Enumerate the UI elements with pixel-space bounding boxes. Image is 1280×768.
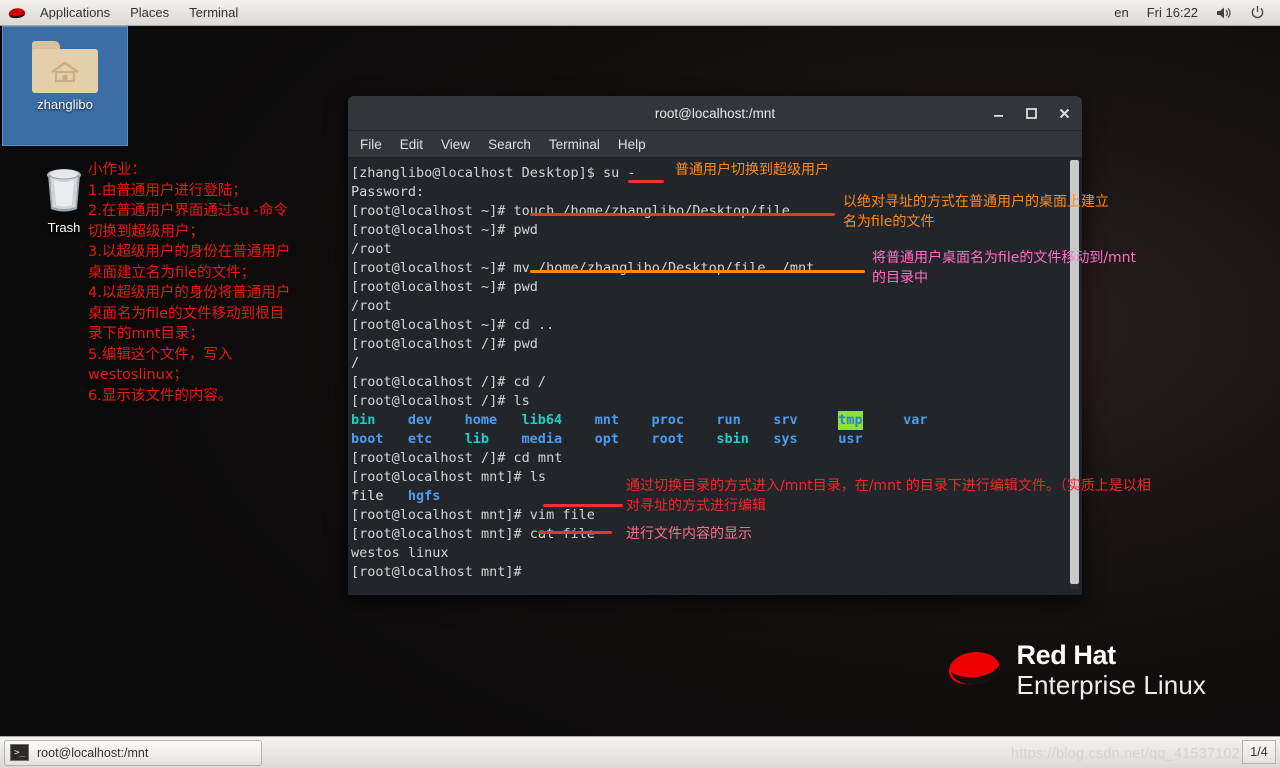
home-folder-icon xyxy=(32,41,98,93)
ls-entry: sys xyxy=(773,431,798,447)
red-hat-logo-icon xyxy=(943,646,1005,690)
terminal-line: [root@localhost /]# cd mnt xyxy=(351,450,563,466)
power-icon[interactable] xyxy=(1241,0,1274,26)
terminal-menu-terminal[interactable]: Terminal xyxy=(549,137,600,152)
terminal-line: / xyxy=(351,355,360,371)
ls-entry: lib64 xyxy=(521,412,563,428)
minimize-button[interactable] xyxy=(988,103,1008,123)
terminal-line: [root@localhost mnt]# xyxy=(351,564,522,580)
terminal-annotation: 进行文件内容的显示 xyxy=(626,526,752,542)
ls-entry: lib xyxy=(464,431,490,447)
taskbar-window-button[interactable]: >_ root@localhost:/mnt xyxy=(4,739,262,766)
clock[interactable]: Fri 16:22 xyxy=(1138,0,1207,26)
terminal-line: [root@localhost /]# cd / xyxy=(351,374,547,390)
ls-entry: root xyxy=(651,431,684,447)
ls-entry: tmp xyxy=(838,411,863,430)
menu-applications[interactable]: Applications xyxy=(30,0,120,26)
ls-entry: media xyxy=(521,431,563,447)
annotation-underline xyxy=(530,213,835,216)
terminal-menu-search[interactable]: Search xyxy=(488,137,531,152)
menu-places[interactable]: Places xyxy=(120,0,179,26)
keyboard-language-indicator[interactable]: en xyxy=(1105,0,1137,26)
terminal-menu-edit[interactable]: Edit xyxy=(400,137,423,152)
annotation-underline xyxy=(530,270,865,273)
red-hat-logo-icon[interactable] xyxy=(6,6,28,20)
ls-entry: sbin xyxy=(716,431,749,447)
brand-line-1: Red Hat xyxy=(1016,640,1117,670)
ls-entry: bin xyxy=(351,412,376,428)
maximize-button[interactable] xyxy=(1021,103,1041,123)
ls-entry: home xyxy=(464,412,498,428)
terminal-line: [root@localhost ~]# mv /home/zhanglibo/D… xyxy=(351,260,815,276)
terminal-text: [zhanglibo@localhost Desktop]$ su - Passw… xyxy=(351,164,928,582)
ls-entry: srv xyxy=(773,412,798,428)
ls-entry: file xyxy=(351,488,384,504)
terminal-annotation: 通过切换目录的方式进入/mnt目录，在/mnt 的目录下进行编辑文件。（实质上是… xyxy=(626,478,1151,514)
terminal-title-text: root@localhost:/mnt xyxy=(654,105,776,121)
top-panel: Applications Places Terminal en Fri 16:2… xyxy=(0,0,1280,26)
ls-entry: run xyxy=(716,412,741,428)
terminal-line: boot etc lib media opt root sbin sys usr xyxy=(351,430,863,449)
terminal-annotation: 普通用户切换到超级用户 xyxy=(675,162,829,178)
desktop-icon-label: zhanglibo xyxy=(37,97,93,112)
ls-entry: usr xyxy=(838,431,863,447)
terminal-line: [root@localhost ~]# cd .. xyxy=(351,317,555,333)
terminal-menubar: File Edit View Search Terminal Help xyxy=(348,131,1082,158)
terminal-annotation: 以绝对寻址的方式在普通用户的桌面上建立 名为file的文件 xyxy=(843,194,1109,230)
ls-entry: var xyxy=(903,412,928,428)
ls-entry: opt xyxy=(594,431,619,447)
terminal-line: /root xyxy=(351,298,392,314)
annotation-underline xyxy=(538,531,612,534)
terminal-line: Password: xyxy=(351,184,425,200)
window-controls xyxy=(988,96,1074,130)
ls-entry: proc xyxy=(651,412,684,428)
rhel-branding: Red Hat Enterprise Linux xyxy=(943,640,1206,700)
terminal-menu-view[interactable]: View xyxy=(441,137,470,152)
watermark-text: https://blog.csdn.net/qq_41537102 xyxy=(1010,746,1240,762)
terminal-line: [root@localhost /]# pwd xyxy=(351,336,538,352)
terminal-line: /root xyxy=(351,241,392,257)
terminal-annotation: 将普通用户桌面名为file的文件移动到/mnt 的目录中 xyxy=(872,250,1137,286)
annotation-underline xyxy=(543,504,623,507)
brand-line-2: Enterprise Linux xyxy=(1016,670,1206,700)
terminal-line: bin dev home lib64 mnt proc run srv tmp var xyxy=(351,411,928,430)
trash-icon xyxy=(40,164,88,216)
terminal-menu-file[interactable]: File xyxy=(360,137,382,152)
workspace-indicator[interactable]: 1/4 xyxy=(1242,740,1276,764)
terminal-line: [root@localhost /]# ls xyxy=(351,393,530,409)
desktop-icon-zhanglibo[interactable]: zhanglibo xyxy=(2,26,128,146)
top-panel-status-area: en Fri 16:22 xyxy=(1105,0,1280,26)
bottom-panel: >_ root@localhost:/mnt https://blog.csdn… xyxy=(0,736,1280,768)
terminal-line: [root@localhost ~]# touch /home/zhanglib… xyxy=(351,203,790,219)
terminal-line: westos linux xyxy=(351,545,449,561)
ls-entry: boot xyxy=(351,431,384,447)
ls-entry: etc xyxy=(407,431,433,447)
menu-terminal[interactable]: Terminal xyxy=(179,0,248,26)
close-button[interactable] xyxy=(1054,103,1074,123)
taskbar-window-label: root@localhost:/mnt xyxy=(37,745,149,760)
speaker-icon[interactable] xyxy=(1207,0,1241,26)
ls-entry: mnt xyxy=(594,412,619,428)
annotation-underline xyxy=(628,180,664,183)
terminal-icon: >_ xyxy=(10,744,29,761)
ls-entry: dev xyxy=(407,412,433,428)
ls-entry: hgfs xyxy=(407,488,441,504)
terminal-line: [root@localhost ~]# pwd xyxy=(351,279,538,295)
terminal-menu-help[interactable]: Help xyxy=(618,137,646,152)
terminal-titlebar[interactable]: root@localhost:/mnt xyxy=(348,96,1082,131)
assignment-note-text: 小作业： 1.由普通用户进行登陆； 2.在普通用户界面通过su -命令 切换到超… xyxy=(88,162,291,404)
terminal-line: [root@localhost ~]# pwd xyxy=(351,222,538,238)
